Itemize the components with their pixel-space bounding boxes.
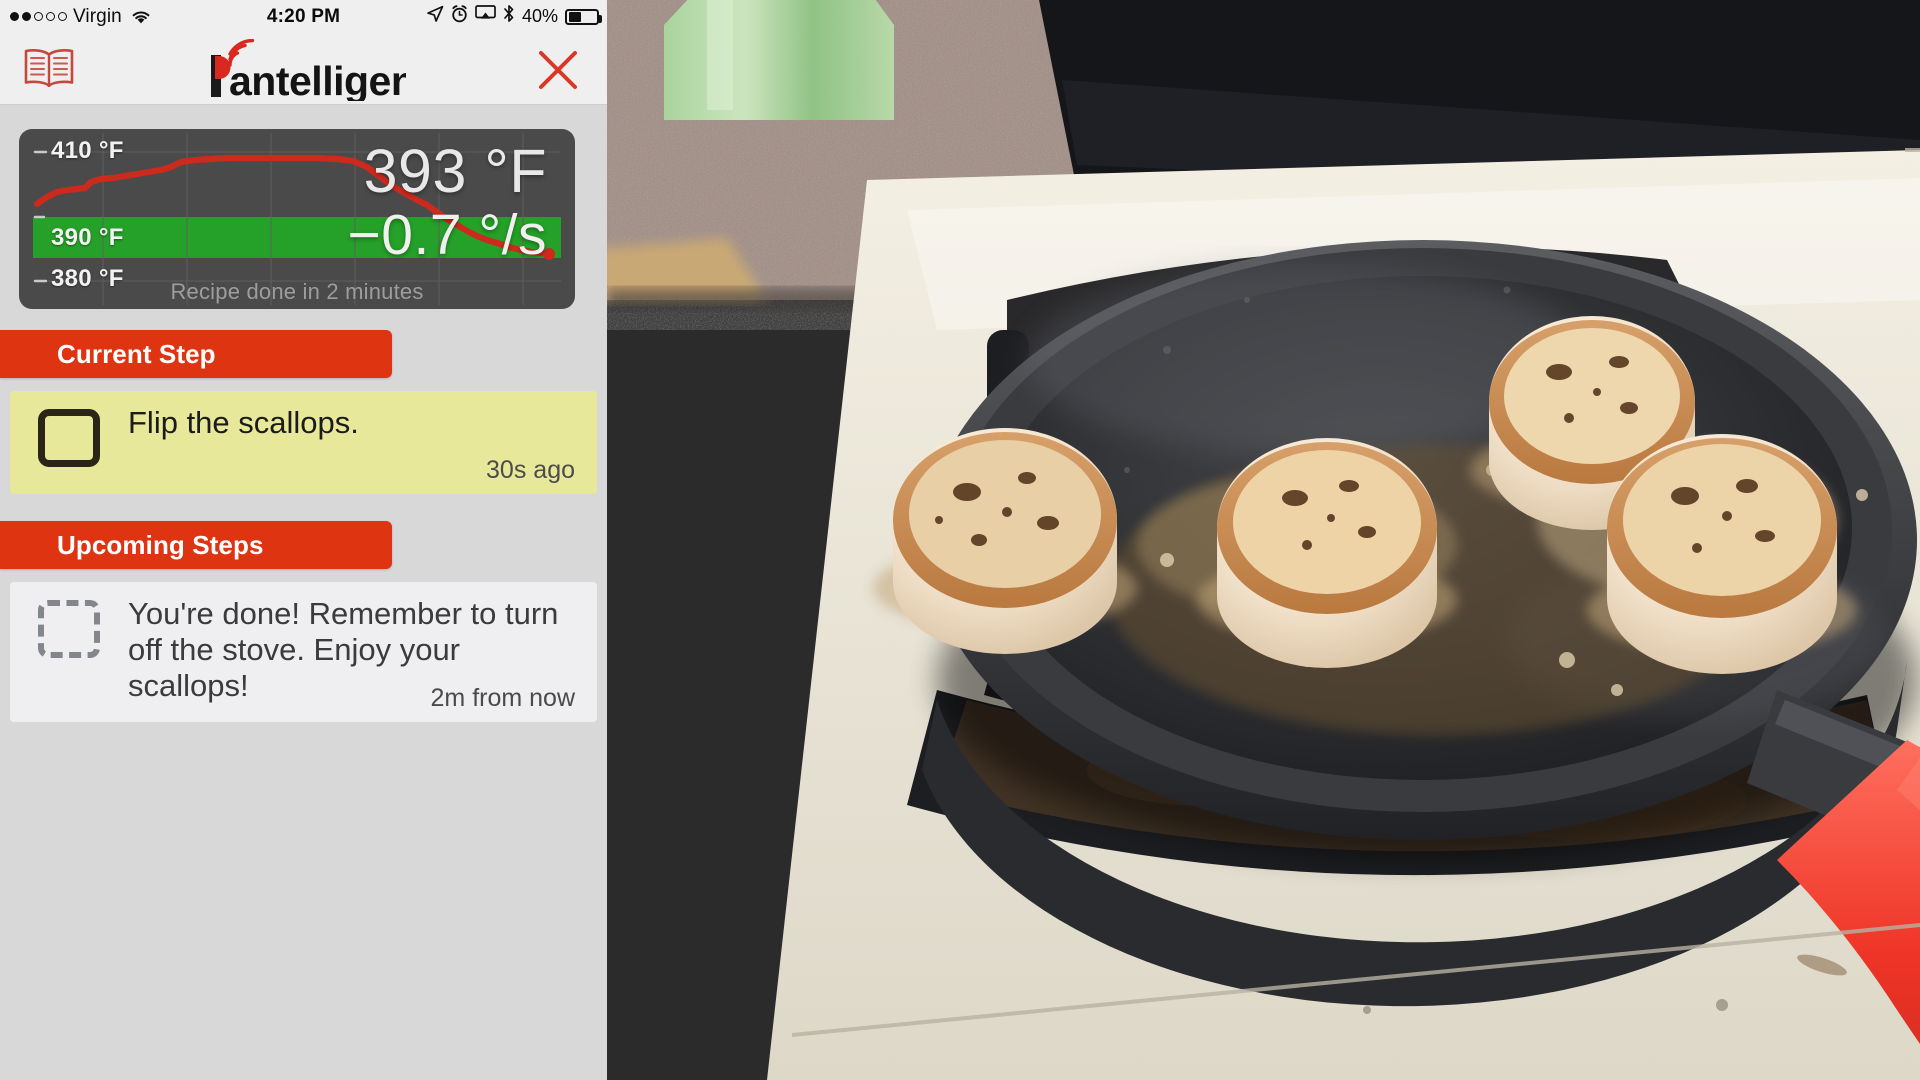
upcoming-steps-header-label: Upcoming Steps	[57, 529, 264, 560]
close-button[interactable]	[535, 47, 581, 93]
brand-logo: antelligent	[0, 38, 607, 106]
status-bar-right: 40%	[426, 4, 602, 29]
current-step-text: Flip the scallops.	[128, 405, 359, 440]
svg-text:antelligent: antelligent	[229, 58, 406, 101]
current-step-header: Current Step	[0, 330, 392, 378]
upcoming-step-card[interactable]: You're done! Remember to turn off the st…	[10, 582, 597, 722]
temperature-chart[interactable]: 410 °F 390 °F 380 °F 393 °F −0.7 °/s Rec…	[19, 129, 575, 309]
axis-ticks	[33, 150, 48, 283]
checkbox-dashed-icon[interactable]	[38, 600, 100, 658]
kitchen-scene-illustration	[607, 0, 1920, 1080]
axis-label-390: 390 °F	[51, 224, 124, 251]
ios-status-bar: Virgin 4:20 PM 40%	[0, 0, 607, 33]
pantelligent-logo-icon: antelligent	[211, 38, 430, 104]
checkbox-unchecked-icon[interactable]	[38, 409, 100, 467]
close-x-icon	[535, 51, 581, 97]
upcoming-steps-header: Upcoming Steps	[0, 521, 392, 569]
battery-percent-label: 40%	[521, 6, 558, 26]
location-arrow-icon	[426, 5, 444, 29]
live-cooking-photo	[607, 0, 1920, 1080]
recipe-eta-label: Recipe done in 2 minutes	[170, 279, 424, 304]
current-step-header-label: Current Step	[57, 338, 216, 369]
current-temperature-readout: 393 °F	[363, 137, 547, 205]
bluetooth-icon	[503, 4, 515, 29]
airplay-icon	[475, 5, 496, 28]
battery-icon	[565, 8, 602, 25]
app-nav-bar: antelligent	[0, 33, 607, 105]
axis-label-380: 380 °F	[51, 265, 124, 292]
axis-label-410: 410 °F	[51, 137, 124, 164]
current-step-time: 30s ago	[486, 456, 575, 484]
pantelligent-app-panel: Virgin 4:20 PM 40% antelligen 410 °F 390…	[0, 0, 607, 1080]
alarm-clock-icon	[451, 4, 468, 29]
upcoming-step-time: 2m from now	[430, 684, 575, 712]
current-step-card[interactable]: Flip the scallops. 30s ago	[10, 391, 597, 494]
temperature-rate-readout: −0.7 °/s	[347, 203, 547, 267]
screen: Virgin 4:20 PM 40% antelligen 410 °F 390…	[0, 0, 1920, 1080]
